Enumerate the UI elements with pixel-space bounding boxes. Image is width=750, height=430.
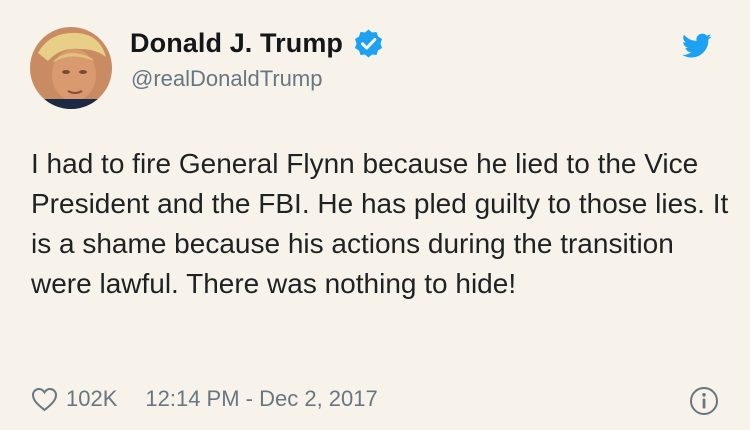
tweet-card: Donald J. Trump @realDonaldTrump I had t…	[0, 0, 750, 430]
avatar[interactable]	[30, 27, 112, 109]
tweet-timestamp[interactable]: 12:14 PM - Dec 2, 2017	[145, 386, 377, 412]
name-row: Donald J. Trump	[130, 28, 384, 59]
info-icon[interactable]	[689, 386, 719, 416]
display-name[interactable]: Donald J. Trump	[130, 28, 343, 59]
tweet-footer: 102K 12:14 PM - Dec 2, 2017	[31, 386, 378, 412]
twitter-bird-icon[interactable]	[682, 33, 712, 59]
user-handle[interactable]: @realDonaldTrump	[131, 66, 322, 92]
like-count[interactable]: 102K	[66, 386, 117, 412]
heart-icon[interactable]	[31, 387, 58, 412]
tweet-text: I had to fire General Flynn because he l…	[31, 148, 729, 299]
verified-badge-icon	[353, 28, 384, 59]
